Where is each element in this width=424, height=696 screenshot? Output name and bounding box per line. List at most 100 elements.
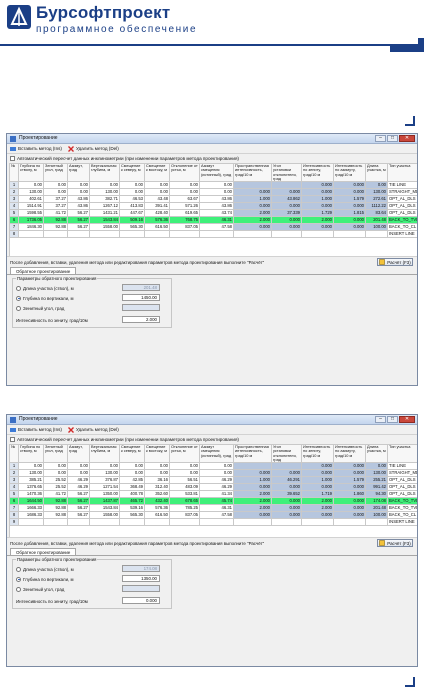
table-cell[interactable]: 0.000: [333, 511, 366, 520]
table-cell[interactable]: 0.00: [365, 181, 388, 190]
table-cell[interactable]: 63.67: [169, 195, 200, 204]
table-cell[interactable]: 201.48: [365, 504, 388, 513]
table-cell[interactable]: 43.86: [199, 195, 234, 204]
table-cell[interactable]: 0.000: [233, 483, 272, 492]
table-cell[interactable]: 83.64: [365, 209, 388, 218]
table-cell[interactable]: 46.29: [199, 476, 234, 485]
delete-method-button[interactable]: Удалить метод (Del): [67, 145, 119, 152]
segment-type-cell[interactable]: INSERT LINE: [387, 230, 417, 239]
column-header[interactable]: Глубина по стволу, м: [18, 443, 44, 464]
column-header[interactable]: Длина участка, м: [365, 162, 388, 183]
table-row[interactable]: 6 1644.50 92.88 56.27 1437.87 465.72 432.40 678…: [9, 497, 417, 506]
table-row[interactable]: 8 INSERT LINE: [9, 230, 417, 239]
table-cell[interactable]: 0.00: [18, 462, 44, 471]
table-cell[interactable]: 1.000: [301, 476, 334, 485]
segment-length-input[interactable]: 201.48: [122, 284, 160, 292]
table-cell[interactable]: 0.00: [119, 188, 145, 197]
table-cell[interactable]: 576.36: [144, 504, 170, 513]
table-cell[interactable]: 0.000: [301, 462, 334, 471]
table-cell[interactable]: 2.000: [233, 504, 272, 513]
table-cell[interactable]: 0.000: [271, 511, 302, 520]
zenith-angle-radio[interactable]: [16, 305, 21, 311]
table-cell[interactable]: 130.00: [89, 188, 120, 197]
table-cell[interactable]: 837.05: [169, 511, 200, 520]
table-cell[interactable]: 1431.21: [89, 209, 120, 218]
table-cell[interactable]: 0.000: [271, 504, 302, 513]
table-cell[interactable]: 0.00: [199, 181, 234, 190]
table-cell[interactable]: 1543.84: [89, 504, 120, 513]
row-number[interactable]: 8: [9, 511, 19, 520]
option-segment-length[interactable]: Длина участка (ствол), м: [16, 565, 74, 573]
intensity-input[interactable]: 0.000: [122, 597, 160, 605]
table-cell[interactable]: 0.00: [119, 469, 145, 478]
column-header[interactable]: Интенсивность по азимуту, град/10 м: [333, 443, 366, 464]
table-cell[interactable]: 465.72: [119, 497, 145, 506]
option-zenith-angle[interactable]: Зенитный угол, град: [16, 304, 64, 312]
table-cell[interactable]: 1.729: [301, 209, 334, 218]
table-cell[interactable]: 130.00: [365, 469, 388, 478]
table-cell[interactable]: 576.36: [144, 216, 170, 225]
column-header[interactable]: Смещение к северу, м: [119, 162, 145, 183]
table-cell[interactable]: 368.49: [119, 483, 145, 492]
column-header[interactable]: Интенсивность по азимуту, град/10 м: [333, 162, 366, 183]
segment-length-radio[interactable]: [16, 566, 21, 572]
table-cell[interactable]: 0.000: [333, 188, 366, 197]
vertical-depth-input[interactable]: 1350.00: [122, 575, 160, 583]
vertical-depth-radio[interactable]: [16, 576, 21, 582]
table-cell[interactable]: 0.00: [43, 462, 68, 471]
column-header[interactable]: Смещение к востоку, м: [144, 162, 170, 183]
row-number[interactable]: 9: [9, 518, 19, 527]
table-cell[interactable]: 92.88: [43, 497, 68, 506]
column-header[interactable]: №: [9, 443, 19, 464]
table-cell[interactable]: 0.00: [169, 181, 200, 190]
table-row[interactable]: 1 0.00 0.00 0.00 0.00 0.00 0.00 0.00 0.00 0.000 0.…: [9, 462, 417, 471]
table-cell[interactable]: [89, 518, 120, 527]
table-cell[interactable]: 130.00: [365, 188, 388, 197]
table-cell[interactable]: 0.00: [67, 469, 90, 478]
table-cell[interactable]: 0.000: [333, 469, 366, 478]
row-number[interactable]: 2: [9, 469, 19, 478]
zenith-angle-input[interactable]: [122, 304, 160, 312]
column-header[interactable]: Азимут смещения (истинный), град: [199, 162, 234, 183]
table-cell[interactable]: 0.00: [89, 181, 120, 190]
segment-type-cell[interactable]: OPT_AL_DLS: [387, 490, 417, 499]
tab-reverse-design[interactable]: Обратное проектирование: [10, 548, 77, 556]
table-cell[interactable]: 0.000: [233, 202, 272, 211]
column-header[interactable]: Угол установки отклонителя, град: [271, 162, 302, 183]
table-cell[interactable]: 1558.00: [89, 511, 120, 520]
segment-type-cell[interactable]: OPT_AL_DLS: [387, 202, 417, 211]
segment-type-cell[interactable]: BACK_TO_CL: [387, 511, 417, 520]
table-cell[interactable]: 92.88: [43, 511, 68, 520]
segment-type-cell[interactable]: BACK_TO_TVD: [387, 504, 417, 513]
column-header[interactable]: Угол установки отклонителя, град: [271, 443, 302, 464]
table-cell[interactable]: 0.000: [333, 202, 366, 211]
table-cell[interactable]: [271, 230, 302, 239]
table-cell[interactable]: 47.58: [199, 223, 234, 232]
table-cell[interactable]: 92.88: [43, 504, 68, 513]
table-cell[interactable]: 0.00: [199, 188, 234, 197]
segment-type-cell[interactable]: BACK_TO_TVD: [387, 216, 417, 225]
table-cell[interactable]: [67, 518, 90, 527]
table-cell[interactable]: 130.00: [89, 469, 120, 478]
table-cell[interactable]: 483.09: [169, 483, 200, 492]
table-cell[interactable]: 56.27: [67, 511, 90, 520]
table-cell[interactable]: 0.000: [271, 223, 302, 232]
column-header[interactable]: Отклонение от устья, м: [169, 443, 200, 464]
table-cell[interactable]: 0.000: [301, 511, 334, 520]
table-cell[interactable]: 56.27: [67, 209, 90, 218]
table-cell[interactable]: 56.27: [67, 490, 90, 499]
table-cell[interactable]: 312.40: [144, 483, 170, 492]
table-cell[interactable]: 413.83: [119, 202, 145, 211]
table-cell[interactable]: 56.27: [67, 497, 90, 506]
table-cell[interactable]: 1112.22: [365, 202, 388, 211]
table-cell[interactable]: 1.579: [333, 476, 366, 485]
table-cell[interactable]: [271, 518, 302, 527]
table-cell[interactable]: 1846.30: [18, 223, 44, 232]
table-cell[interactable]: 1.000: [233, 476, 272, 485]
segment-type-cell[interactable]: STRAIGHT_MD: [387, 469, 417, 478]
table-cell[interactable]: [301, 518, 334, 527]
table-cell[interactable]: 385.21: [18, 476, 44, 485]
intensity-input[interactable]: 2.000: [122, 316, 160, 324]
segment-type-cell[interactable]: OPT_AL_DLS: [387, 195, 417, 204]
table-cell[interactable]: 43.74: [199, 209, 234, 218]
